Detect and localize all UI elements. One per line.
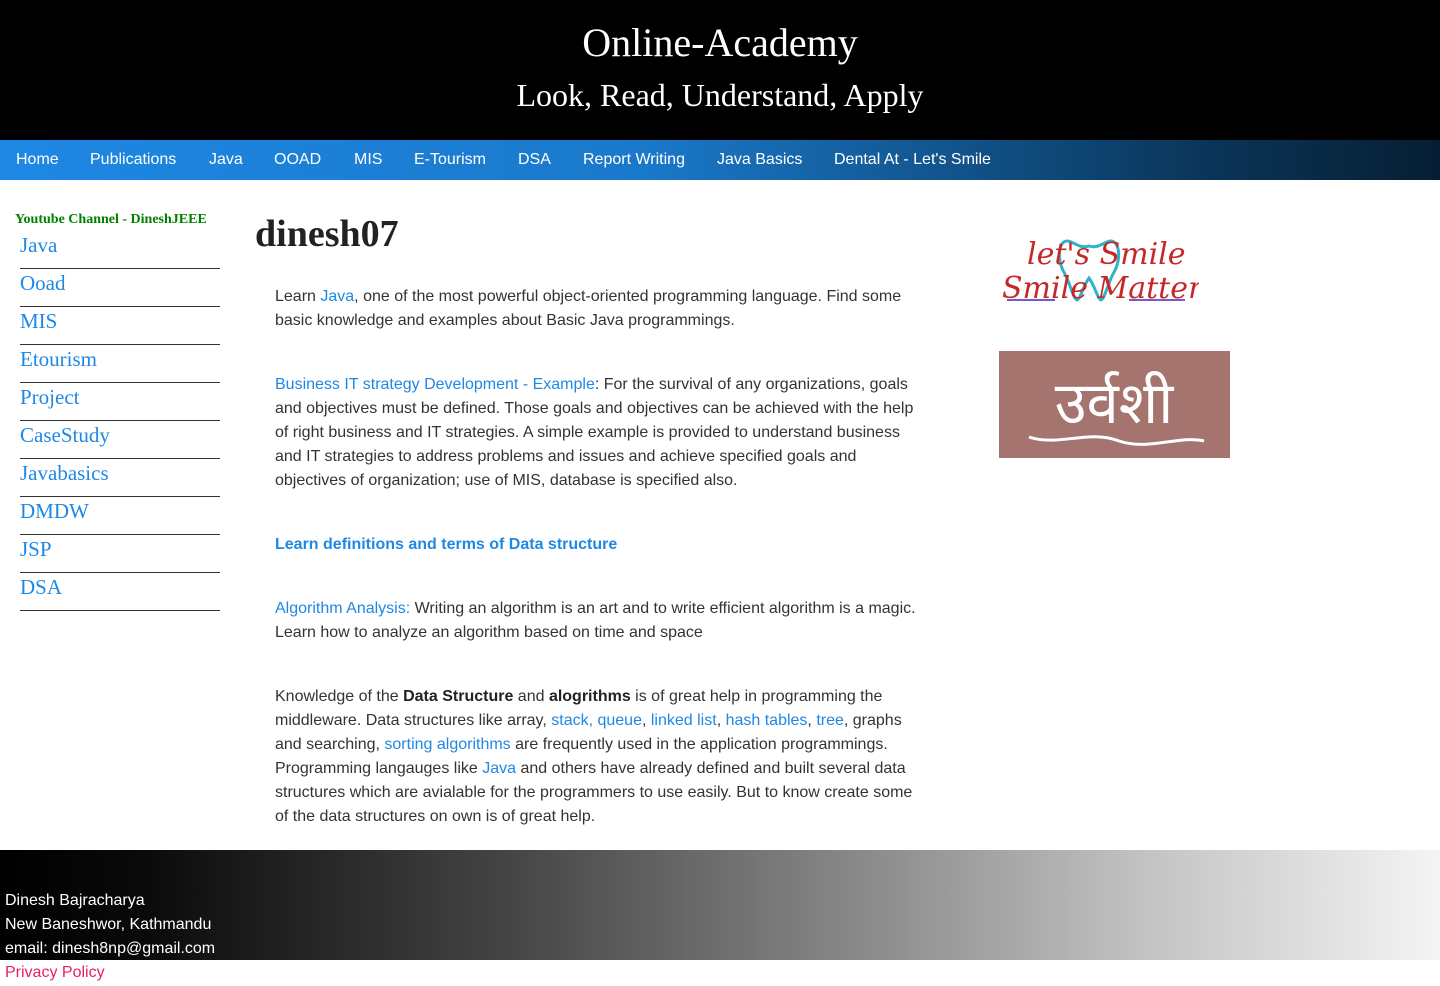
sidebar-item-javabasics[interactable]: Javabasics: [20, 459, 220, 497]
footer-email: email: dinesh8np@gmail.com: [5, 940, 216, 957]
page-title: dinesh07: [255, 213, 399, 255]
stack-queue-link[interactable]: stack, queue: [551, 712, 642, 729]
sidebar-item-mis[interactable]: MIS: [20, 307, 220, 345]
algorithm-paragraph: Algorithm Analysis: Writing an algorithm…: [275, 600, 916, 641]
privacy-policy-link[interactable]: Privacy Policy: [5, 961, 105, 985]
nav-dental[interactable]: Dental At - Let's Smile: [834, 140, 991, 180]
site-tagline: Look, Read, Understand, Apply: [516, 77, 924, 113]
java-link[interactable]: Java: [320, 288, 354, 305]
nav-report-writing[interactable]: Report Writing: [583, 140, 685, 180]
lets-smile-text: let's Smile: [1027, 237, 1186, 272]
urvashi-ad[interactable]: उर्वशी: [999, 351, 1230, 458]
sidebar-item-project[interactable]: Project: [20, 383, 220, 421]
nav-java[interactable]: Java: [209, 140, 243, 180]
sidebar-item-label: Project: [20, 385, 80, 409]
youtube-channel-link[interactable]: Youtube Channel - DineshJEEE: [15, 212, 207, 228]
java-intro-paragraph: Learn Java, one of the most powerful obj…: [275, 288, 902, 329]
business-it-strategy-link[interactable]: Business IT strategy Development - Examp…: [275, 376, 595, 393]
site-title: Online-Academy: [582, 20, 858, 65]
ds-knowledge-paragraph: Knowledge of the Data Structure and alog…: [275, 688, 913, 825]
sidebar-item-label: Javabasics: [20, 461, 109, 485]
sidebar-item-label: DSA: [20, 575, 63, 599]
hash-tables-link[interactable]: hash tables: [726, 712, 808, 729]
sidebar-item-label: MIS: [20, 309, 58, 333]
sidebar-item-ooad[interactable]: Ooad: [20, 269, 220, 307]
sidebar-item-label: Etourism: [20, 347, 97, 371]
urvashi-logo: उर्वशी: [1028, 369, 1205, 446]
site-header: Online-Academy Look, Read, Understand, A…: [0, 0, 1440, 140]
sidebar-item-label: JSP: [20, 537, 52, 561]
nav-dsa[interactable]: DSA: [518, 140, 551, 180]
nav-ooad[interactable]: OOAD: [274, 140, 321, 180]
urvashi-text: उर्वशी: [1055, 369, 1174, 437]
java-link[interactable]: Java: [482, 760, 516, 777]
sidebar-item-etourism[interactable]: Etourism: [20, 345, 220, 383]
linked-list-link[interactable]: linked list: [651, 712, 717, 729]
footer-name: Dinesh Bajracharya: [5, 892, 145, 909]
data-structure-terms-link[interactable]: Learn definitions and terms of Data stru…: [275, 536, 617, 553]
algorithm-analysis-link[interactable]: Algorithm Analysis:: [275, 600, 410, 617]
nav-home[interactable]: Home: [16, 140, 59, 180]
sidebar-item-dsa[interactable]: DSA: [20, 573, 220, 611]
top-navbar: Home Publications Java OOAD MIS E-Touris…: [0, 140, 1440, 180]
nav-java-basics[interactable]: Java Basics: [717, 140, 802, 180]
sidebar-item-jsp[interactable]: JSP: [20, 535, 220, 573]
sorting-algorithms-link[interactable]: sorting algorithms: [384, 736, 510, 753]
nav-mis[interactable]: MIS: [354, 140, 382, 180]
sidebar-item-label: Java: [20, 233, 58, 257]
sidebar-item-casestudy[interactable]: CaseStudy: [20, 421, 220, 459]
sidebar-item-label: CaseStudy: [20, 423, 110, 447]
sidebar-item-java[interactable]: Java: [20, 231, 220, 269]
sidebar-item-dmdw[interactable]: DMDW: [20, 497, 220, 535]
data-structure-paragraph: Learn definitions and terms of Data stru…: [275, 533, 920, 557]
lets-smile-logo: let's Smile Smile Matters: [1002, 237, 1218, 306]
nav-e-tourism[interactable]: E-Tourism: [414, 140, 486, 180]
lets-smile-ad[interactable]: let's Smile Smile Matters: [999, 228, 1218, 313]
sidebar-item-label: Ooad: [20, 271, 66, 295]
footer-address: New Baneshwor, Kathmandu: [5, 916, 212, 933]
site-footer: Dinesh Bajracharya New Baneshwor, Kathma…: [0, 850, 1440, 960]
nav-publications[interactable]: Publications: [90, 140, 176, 180]
business-it-paragraph: Business IT strategy Development - Examp…: [275, 376, 914, 489]
tree-link[interactable]: tree: [816, 712, 844, 729]
sidebar-item-label: DMDW: [20, 499, 89, 523]
